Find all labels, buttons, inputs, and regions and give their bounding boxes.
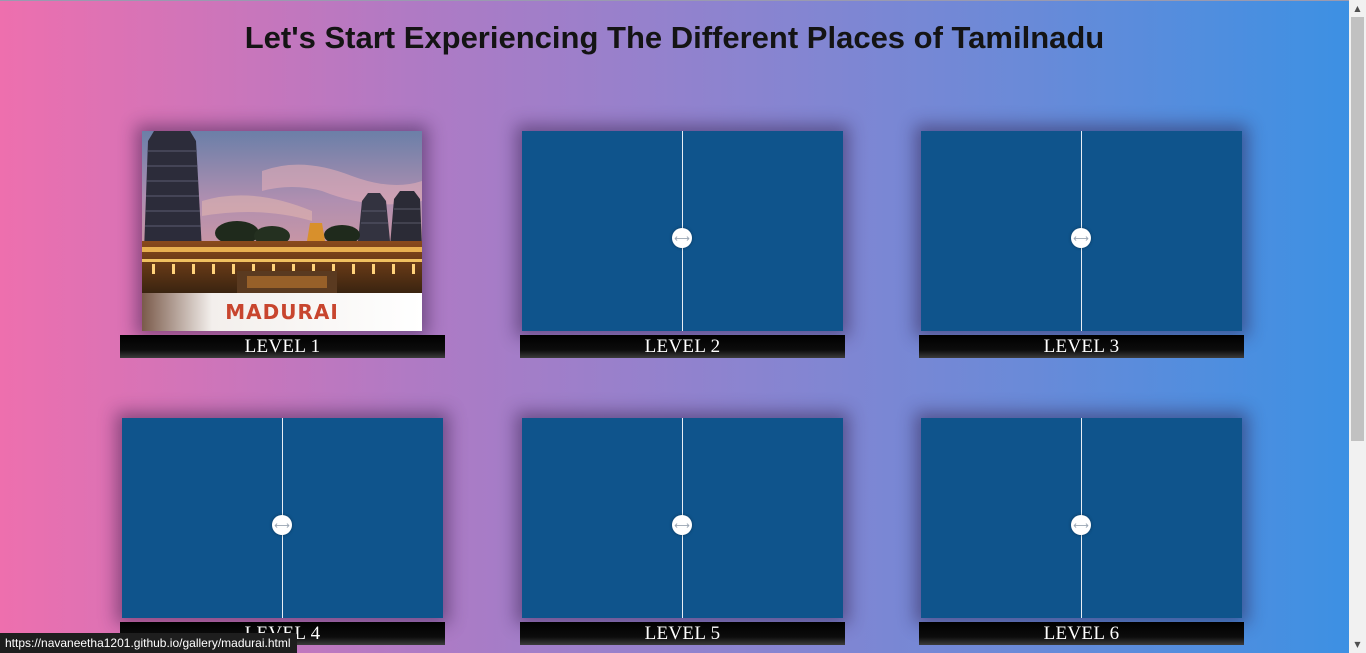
scroll-up-arrow-icon[interactable]: ▲ (1349, 0, 1366, 17)
level-6-card[interactable]: ⟷ LEVEL 6 (919, 418, 1244, 645)
level-1-label[interactable]: LEVEL 1 (120, 335, 445, 358)
slider-handle-icon[interactable]: ⟷ (672, 228, 692, 248)
level-2-card[interactable]: ⟷ LEVEL 2 (520, 131, 845, 358)
level-4-card[interactable]: ⟷ LEVEL 4 (120, 418, 445, 645)
level-4-compare-slider[interactable]: ⟷ (122, 418, 443, 618)
slider-handle-icon[interactable]: ⟷ (1071, 228, 1091, 248)
level-3-compare-slider[interactable]: ⟷ (921, 131, 1242, 331)
slider-handle-icon[interactable]: ⟷ (1071, 515, 1091, 535)
level-5-label[interactable]: LEVEL 5 (520, 622, 845, 645)
level-3-card[interactable]: ⟷ LEVEL 3 (919, 131, 1244, 358)
madurai-caption: MADURAI (225, 300, 339, 324)
madurai-image[interactable]: MADURAI (142, 131, 422, 331)
level-5-compare-slider[interactable]: ⟷ (522, 418, 843, 618)
level-2-compare-slider[interactable]: ⟷ (522, 131, 843, 331)
slider-handle-icon[interactable]: ⟷ (672, 515, 692, 535)
level-5-card[interactable]: ⟷ LEVEL 5 (520, 418, 845, 645)
vertical-scrollbar[interactable]: ▲ ▼ (1349, 0, 1366, 653)
scroll-down-arrow-icon[interactable]: ▼ (1349, 636, 1366, 653)
status-bar-url: https://navaneetha1201.github.io/gallery… (0, 633, 297, 653)
window-top-border (0, 0, 1349, 1)
level-3-label[interactable]: LEVEL 3 (919, 335, 1244, 358)
level-2-label[interactable]: LEVEL 2 (520, 335, 845, 358)
level-6-compare-slider[interactable]: ⟷ (921, 418, 1242, 618)
slider-handle-icon[interactable]: ⟷ (272, 515, 292, 535)
page-title: Let's Start Experiencing The Different P… (244, 20, 1105, 55)
level-6-label[interactable]: LEVEL 6 (919, 622, 1244, 645)
level-1-card[interactable]: MADURAI LEVEL 1 (120, 131, 445, 358)
scrollbar-thumb[interactable] (1351, 17, 1364, 441)
